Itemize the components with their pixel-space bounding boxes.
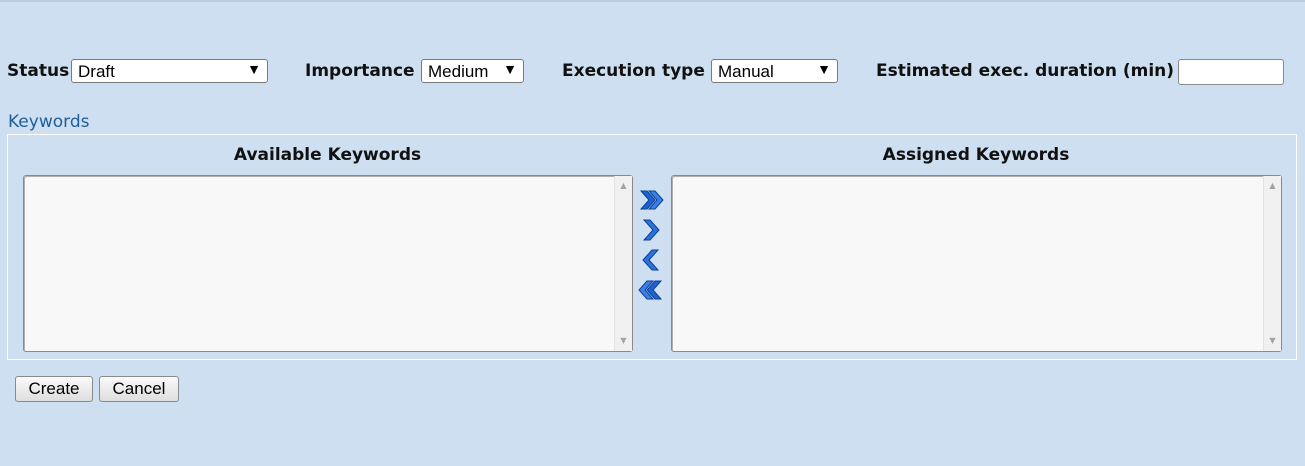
chevron-right-icon [642,219,660,241]
chevron-left-icon [642,249,660,271]
move-right-button[interactable] [638,217,664,243]
move-all-left-button[interactable] [638,277,664,303]
cancel-button[interactable]: Cancel [99,376,179,402]
estimated-duration-input[interactable] [1178,59,1284,85]
status-select[interactable]: Draft ▼ [71,59,268,83]
execution-type-select[interactable]: Manual ▼ [711,59,838,83]
double-chevron-left-icon [638,280,663,300]
scroll-up-arrow-icon[interactable]: ▲ [615,178,632,194]
assigned-keywords-scrollbar[interactable]: ▲ ▼ [1263,176,1281,351]
assigned-keywords-list[interactable]: ▲ ▼ [671,175,1282,352]
estimated-duration-label: Estimated exec. duration (min) [876,61,1175,81]
scroll-down-arrow-icon[interactable]: ▼ [615,333,632,349]
move-all-right-button[interactable] [638,187,664,213]
create-button[interactable]: Create [15,376,93,402]
available-keywords-heading: Available Keywords [233,145,422,165]
assigned-keywords-heading: Assigned Keywords [882,145,1070,165]
move-left-button[interactable] [638,247,664,273]
top-border [0,0,1305,2]
triangle-down-icon: ▼ [247,61,261,77]
execution-type-select-value: Manual [718,62,774,81]
execution-type-label: Execution type [562,61,705,81]
status-select-value: Draft [78,62,115,81]
importance-select[interactable]: Medium ▼ [421,59,524,83]
importance-label: Importance [305,61,415,81]
double-chevron-right-icon [639,190,664,210]
available-keywords-scrollbar[interactable]: ▲ ▼ [614,176,632,351]
importance-select-value: Medium [428,62,489,81]
triangle-down-icon: ▼ [817,61,831,77]
available-keywords-list[interactable]: ▲ ▼ [23,175,633,352]
triangle-down-icon: ▼ [503,61,517,77]
status-label: Status [7,61,70,81]
keywords-section-title: Keywords [8,112,90,132]
scroll-down-arrow-icon[interactable]: ▼ [1264,333,1281,349]
scroll-up-arrow-icon[interactable]: ▲ [1264,178,1281,194]
